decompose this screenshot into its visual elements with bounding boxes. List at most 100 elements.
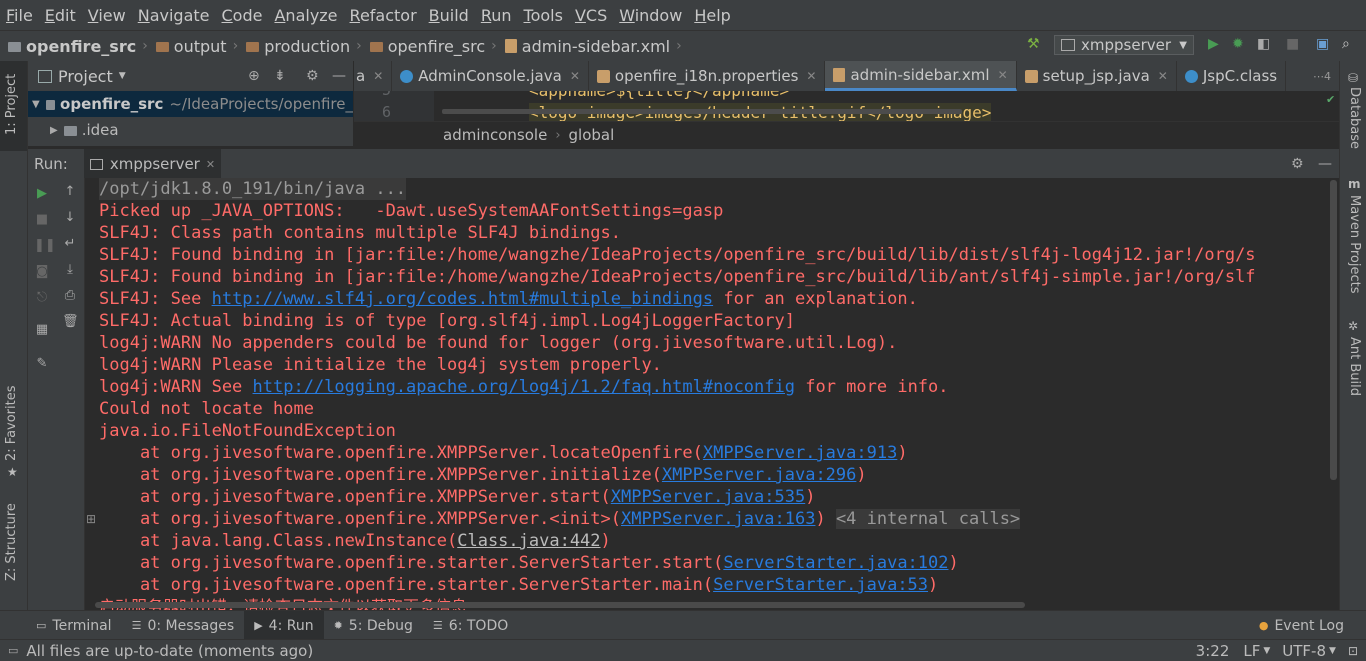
editor-tab-jspc[interactable]: JspC.class <box>1177 61 1287 91</box>
locate-file-icon[interactable]: ⊕ <box>248 68 260 84</box>
source-link[interactable]: Class.java:442 <box>457 531 600 551</box>
scroll-to-end-icon[interactable]: ⤓ <box>62 262 78 277</box>
build-hammer-icon[interactable]: ⚒ <box>1027 36 1040 52</box>
arrow-up-icon[interactable]: ↑ <box>62 184 78 199</box>
console-link[interactable]: http://www.slf4j.org/codes.html#multiple… <box>212 289 714 309</box>
tool-tab-messages[interactable]: ☰ 0: Messages <box>122 611 245 640</box>
editor-tab-truncated[interactable]: a ✕ <box>354 61 393 91</box>
source-link[interactable]: XMPPServer.java:296 <box>662 465 856 485</box>
menu-tools[interactable]: Tools <box>518 6 569 25</box>
editor-breadcrumb-item[interactable]: adminconsole <box>443 126 547 144</box>
console-vertical-scrollbar[interactable] <box>1328 178 1339 610</box>
console-output[interactable]: /opt/jdk1.8.0_191/bin/java ... Picked up… <box>85 178 1328 610</box>
hide-panel-icon[interactable]: — <box>1318 156 1332 172</box>
expand-fold-icon[interactable]: ⊞ <box>86 512 96 526</box>
menu-edit[interactable]: Edit <box>39 6 82 25</box>
clear-trash-icon[interactable]: 🗑 <box>62 314 79 329</box>
menu-vcs[interactable]: VCS <box>569 6 613 25</box>
stop-icon[interactable]: ■ <box>1286 36 1299 52</box>
console-link[interactable]: http://logging.apache.org/log4j/1.2/faq.… <box>253 377 795 397</box>
tree-item-openfire-src[interactable]: ▼ openfire_src ~/IdeaProjects/openfire_ <box>28 91 353 117</box>
project-panel-title[interactable]: Project <box>58 67 113 86</box>
status-icon[interactable]: ▭ <box>8 644 18 657</box>
exit-icon[interactable]: ⎋ <box>34 290 50 305</box>
tree-item-idea[interactable]: ▶ .idea <box>28 117 353 143</box>
tool-tab-maven[interactable]: Maven Projects <box>1347 195 1362 294</box>
editor-tab-adminconsole[interactable]: AdminConsole.java ✕ <box>392 61 589 91</box>
arrow-down-icon[interactable]: ↓ <box>62 210 78 225</box>
hide-panel-icon[interactable]: — <box>332 68 346 84</box>
pin-icon[interactable]: ✎ <box>34 356 50 371</box>
editor-tab-setup-jsp[interactable]: setup_jsp.java ✕ <box>1017 61 1177 91</box>
chevron-down-icon[interactable]: ▼ <box>119 71 126 81</box>
code-editor[interactable]: 5 6 <appname>${title}</appname> <logo-im… <box>354 91 1339 147</box>
editor-tab-i18n[interactable]: openfire_i18n.properties ✕ <box>589 61 826 91</box>
breadcrumb-project[interactable]: openfire_src › <box>0 37 148 56</box>
tool-tab-ant-build[interactable]: Ant Build <box>1347 337 1362 396</box>
tool-tab-run[interactable]: ▶ 4: Run <box>244 611 324 640</box>
lock-icon[interactable]: ⊡ <box>1348 644 1358 658</box>
menu-help[interactable]: Help <box>688 6 736 25</box>
source-link[interactable]: XMPPServer.java:913 <box>703 443 897 463</box>
tab-overflow-button[interactable]: ⋯4 <box>1305 61 1339 91</box>
tool-tab-structure[interactable]: Z: Structure <box>4 503 19 581</box>
restore-layout-icon[interactable]: ▦ <box>34 322 50 337</box>
settings-gear-icon[interactable]: ⚙ <box>1291 156 1304 172</box>
source-link[interactable]: ServerStarter.java:53 <box>713 575 928 595</box>
soft-wrap-icon[interactable]: ↵ <box>62 236 78 251</box>
breadcrumb-file[interactable]: admin-sidebar.xml › <box>497 37 682 56</box>
close-icon[interactable]: ✕ <box>998 68 1008 82</box>
search-icon[interactable]: ⌕ <box>1342 36 1350 52</box>
pause-icon[interactable]: ❚❚ <box>34 238 56 253</box>
tool-tab-debug[interactable]: ✹ 5: Debug <box>324 611 423 640</box>
tool-tab-event-log[interactable]: ● Event Log <box>1249 611 1354 640</box>
settings-gear-icon[interactable]: ⚙ <box>306 68 319 84</box>
breadcrumb-openfire-src[interactable]: openfire_src › <box>362 37 497 56</box>
menu-run[interactable]: Run <box>475 6 518 25</box>
run-tab-xmppserver[interactable]: xmppserver ✕ <box>83 149 222 179</box>
scroll-thumb[interactable] <box>1330 180 1337 480</box>
line-separator[interactable]: LF <box>1243 642 1260 660</box>
coverage-icon[interactable]: ◧ <box>1257 36 1270 52</box>
menu-refactor[interactable]: Refactor <box>344 6 423 25</box>
breadcrumb-production[interactable]: production › <box>238 37 362 56</box>
event-log-icon: ● <box>1258 619 1269 632</box>
file-encoding[interactable]: UTF-8 <box>1282 642 1326 660</box>
editor-tab-admin-sidebar[interactable]: admin-sidebar.xml ✕ <box>825 61 1017 91</box>
close-icon[interactable]: ✕ <box>373 69 383 83</box>
tool-tab-favorites[interactable]: 2: Favorites <box>4 385 19 461</box>
console-horizontal-scrollbar[interactable] <box>95 602 1025 608</box>
menu-window[interactable]: Window <box>613 6 688 25</box>
project-structure-icon[interactable]: ▣ <box>1316 36 1329 52</box>
editor-horizontal-scrollbar[interactable] <box>442 109 962 114</box>
menu-view[interactable]: View <box>82 6 132 25</box>
menu-navigate[interactable]: Navigate <box>132 6 216 25</box>
folded-internal-calls[interactable]: <4 internal calls> <box>835 509 1021 529</box>
close-icon[interactable]: ✕ <box>1158 69 1168 83</box>
breadcrumb-output[interactable]: output › <box>148 37 238 56</box>
editor-breadcrumb-item[interactable]: global <box>569 126 615 144</box>
tool-tab-terminal[interactable]: ▭ Terminal <box>26 611 122 640</box>
dump-threads-icon[interactable]: ◙ <box>34 264 50 279</box>
run-configuration-select[interactable]: xmppserver ▼ <box>1054 35 1194 55</box>
tool-tab-project[interactable]: 1: Project <box>4 74 19 135</box>
print-icon[interactable]: ⎙ <box>62 288 78 303</box>
menu-analyze[interactable]: Analyze <box>268 6 343 25</box>
menu-code[interactable]: Code <box>216 6 269 25</box>
menu-build[interactable]: Build <box>423 6 475 25</box>
tool-tab-todo[interactable]: ☰ 6: TODO <box>423 611 518 640</box>
rerun-icon[interactable]: ▶ <box>34 186 50 201</box>
cursor-position[interactable]: 3:22 <box>1196 642 1230 660</box>
stop-icon[interactable]: ■ <box>34 212 50 227</box>
close-icon[interactable]: ✕ <box>206 158 215 171</box>
run-icon[interactable]: ▶ <box>1208 36 1219 52</box>
collapse-all-icon[interactable]: ⇟ <box>274 68 286 84</box>
source-link[interactable]: XMPPServer.java:535 <box>611 487 805 507</box>
menu-file[interactable]: File <box>0 6 39 25</box>
source-link[interactable]: ServerStarter.java:102 <box>723 553 948 573</box>
source-link[interactable]: XMPPServer.java:163 <box>621 509 815 529</box>
debug-bug-icon[interactable]: ✹ <box>1232 36 1244 52</box>
tool-tab-database[interactable]: Database <box>1347 87 1362 149</box>
close-icon[interactable]: ✕ <box>806 69 816 83</box>
close-icon[interactable]: ✕ <box>570 69 580 83</box>
